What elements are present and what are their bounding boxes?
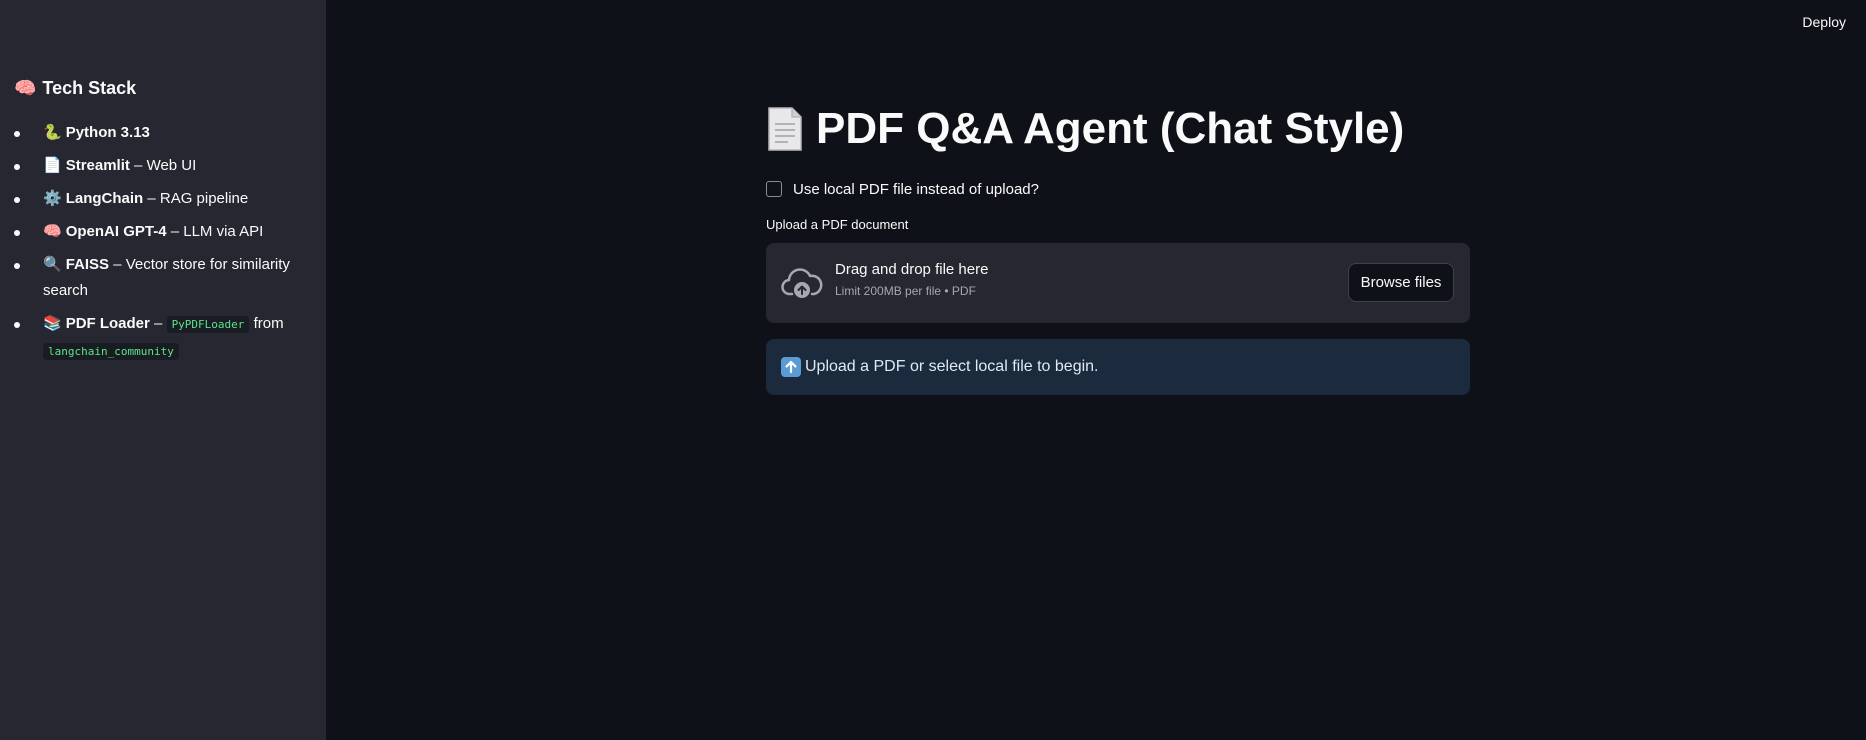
upload-label: Upload a PDF document bbox=[766, 217, 909, 232]
list-item: 🔍 FAISS – Vector store for similarity sea… bbox=[14, 252, 314, 304]
sidebar-title: 🧠 Tech Stack bbox=[14, 78, 136, 99]
cloud-upload-icon bbox=[781, 268, 823, 298]
list-item: 🐍 Python 3.13 bbox=[14, 120, 314, 146]
item-desc: – Web UI bbox=[129, 157, 197, 174]
magnifier-icon: 🔍 bbox=[43, 256, 62, 273]
dropzone-text: Drag and drop file here Limit 200MB per … bbox=[835, 261, 988, 298]
local-pdf-checkbox-row[interactable]: Use local PDF file instead of upload? bbox=[766, 178, 1470, 200]
dropzone-main-text: Drag and drop file here bbox=[835, 261, 989, 278]
list-item: ⚙️ LangChain – RAG pipeline bbox=[14, 186, 314, 212]
item-desc: – LLM via API bbox=[166, 223, 264, 240]
list-item: 📚 PDF Loader – PyPDFLoader from langchain… bbox=[14, 311, 314, 365]
main-content: PDF Q&A Agent (Chat Style) Use local PDF… bbox=[766, 96, 1470, 395]
item-name: FAISS bbox=[65, 256, 110, 273]
file-dropzone[interactable]: Drag and drop file here Limit 200MB per … bbox=[766, 243, 1470, 323]
sidebar-title-text: Tech Stack bbox=[42, 78, 137, 98]
local-pdf-checkbox[interactable] bbox=[766, 181, 782, 197]
bullet-icon bbox=[14, 197, 20, 203]
item-name: OpenAI GPT-4 bbox=[65, 223, 167, 240]
info-alert: Upload a PDF or select local file to beg… bbox=[766, 339, 1470, 395]
tech-stack-list: 🐍 Python 3.13 📄 Streamlit – Web UI ⚙️ LangC… bbox=[14, 120, 314, 372]
up-arrow-glyph bbox=[785, 360, 797, 374]
brain-icon: 🧠 bbox=[43, 223, 62, 240]
deploy-button[interactable]: Deploy bbox=[1802, 14, 1846, 30]
bullet-icon bbox=[14, 164, 20, 170]
bullet-icon bbox=[14, 322, 20, 328]
list-item: 🧠 OpenAI GPT-4 – LLM via API bbox=[14, 219, 314, 245]
page-title-text: PDF Q&A Agent (Chat Style) bbox=[816, 104, 1405, 153]
list-item: 📄 Streamlit – Web UI bbox=[14, 153, 314, 179]
item-name: Python 3.13 bbox=[65, 124, 150, 141]
bullet-icon bbox=[14, 263, 20, 269]
code-snippet: PyPDFLoader bbox=[166, 316, 250, 333]
item-desc: – RAG pipeline bbox=[143, 190, 249, 207]
brain-icon: 🧠 bbox=[14, 78, 37, 98]
page-title: PDF Q&A Agent (Chat Style) bbox=[766, 96, 1470, 162]
info-text: Upload a PDF or select local file to beg… bbox=[805, 358, 1099, 375]
books-icon: 📚 bbox=[43, 315, 62, 332]
item-name: Streamlit bbox=[65, 157, 130, 174]
sidebar: 🧠 Tech Stack 🐍 Python 3.13 📄 Streamlit – W… bbox=[0, 0, 326, 740]
app-root: 🧠 Tech Stack 🐍 Python 3.13 📄 Streamlit – W… bbox=[0, 0, 1866, 740]
item-desc: from bbox=[249, 315, 284, 332]
item-name: LangChain bbox=[65, 190, 144, 207]
dropzone-limit-text: Limit 200MB per file • PDF bbox=[835, 284, 976, 298]
up-arrow-icon bbox=[781, 357, 801, 377]
document-icon bbox=[768, 107, 802, 151]
bullet-icon bbox=[14, 131, 20, 137]
code-snippet: langchain_community bbox=[43, 343, 179, 360]
item-name: PDF Loader bbox=[65, 315, 150, 332]
checkbox-label[interactable]: Use local PDF file instead of upload? bbox=[793, 181, 1039, 198]
bullet-icon bbox=[14, 230, 20, 236]
document-icon: 📄 bbox=[43, 157, 62, 174]
item-desc: – bbox=[149, 315, 167, 332]
snake-icon: 🐍 bbox=[43, 124, 62, 141]
gear-icon: ⚙️ bbox=[43, 190, 62, 207]
browse-files-button[interactable]: Browse files bbox=[1348, 263, 1454, 302]
